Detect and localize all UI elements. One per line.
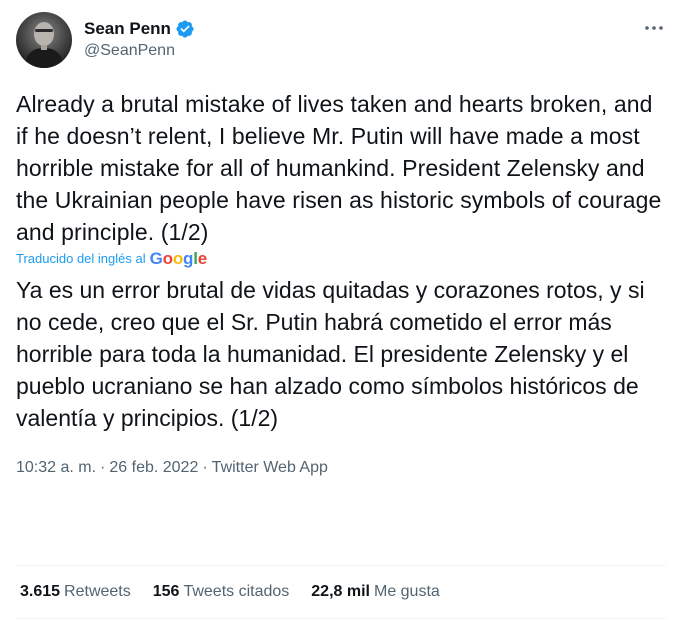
tweet-source[interactable]: Twitter Web App (212, 458, 328, 478)
divider (16, 618, 666, 619)
tweet-date[interactable]: 26 feb. 2022 (109, 458, 198, 478)
translated-text: Ya es un error brutal de vidas quitadas … (16, 277, 651, 431)
translation-attribution[interactable]: Traducido del inglés al Google (16, 250, 666, 268)
likes-label: Me gusta (373, 583, 440, 600)
meta-separator: · (202, 459, 208, 476)
quotes-stat[interactable]: 156 Tweets citados (153, 582, 290, 602)
translated-label: Traducido del inglés al (16, 251, 146, 266)
tweet-time[interactable]: 10:32 a. m. (16, 458, 96, 478)
tweet-meta: 10:32 a. m. · 26 feb. 2022 · Twitter Web… (16, 458, 666, 478)
handle[interactable]: @SeanPenn (84, 40, 195, 62)
likes-count: 22,8 mil (311, 583, 370, 600)
retweets-label: Retweets (64, 583, 131, 600)
google-logo: Google (149, 249, 208, 268)
tweet-card: Sean Penn @SeanPenn Already a brutal mis… (0, 0, 682, 620)
author-names: Sean Penn @SeanPenn (84, 18, 195, 62)
avatar[interactable] (16, 12, 72, 68)
retweets-count: 3.615 (20, 583, 61, 600)
tweet-text: Already a brutal mistake of lives taken … (16, 91, 668, 245)
meta-separator: · (100, 459, 106, 476)
display-name[interactable]: Sean Penn (84, 18, 171, 40)
more-options-button[interactable] (642, 18, 666, 38)
quotes-label: Tweets citados (183, 583, 290, 600)
more-dots-icon (645, 26, 663, 30)
likes-stat[interactable]: 22,8 mil Me gusta (311, 582, 440, 602)
quotes-count: 156 (152, 583, 180, 600)
tweet-stats: 3.615 Retweets 156 Tweets citados 22,8 m… (20, 582, 462, 602)
display-name-row: Sean Penn (84, 18, 195, 40)
divider (16, 565, 666, 566)
retweets-stat[interactable]: 3.615 Retweets (20, 582, 131, 602)
verified-badge-icon (175, 19, 195, 39)
tweet-header: Sean Penn @SeanPenn (16, 12, 666, 68)
avatar-portrait-icon (24, 22, 64, 68)
